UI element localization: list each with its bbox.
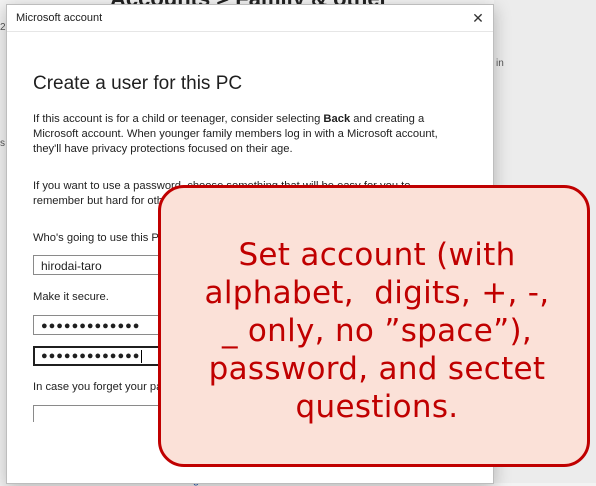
intro-paragraph: If this account is for a child or teenag…: [33, 112, 463, 157]
close-button[interactable]: ✕: [463, 5, 493, 31]
make-secure-label: Make it secure.: [33, 291, 109, 303]
dialog-title: Microsoft account: [16, 12, 103, 24]
intro-text-bold: Back: [323, 113, 351, 125]
intro-text-prefix: If this account is for a child or teenag…: [33, 113, 324, 125]
callout-text: Set account (with alphabet, digits, +, -…: [161, 236, 593, 426]
callout-line-3: _ only, no ”space”),: [221, 313, 533, 349]
close-icon: ✕: [472, 9, 484, 26]
text-caret: [141, 349, 143, 363]
reenter-password-value: ●●●●●●●●●●●●●: [41, 350, 141, 362]
page-title: Create a user for this PC: [33, 73, 243, 94]
callout-line-2: alphabet, digits, +, -,: [204, 275, 550, 311]
callout-line-1: Set account (with: [238, 237, 516, 273]
left-fragment-mid: s: [0, 138, 5, 149]
callout-line-4: password, and sectet: [208, 351, 546, 387]
annotation-callout: Set account (with alphabet, digits, +, -…: [158, 185, 590, 467]
who-label: Who's going to use this PC?: [33, 232, 174, 244]
right-panel-fragment: in: [496, 58, 504, 69]
callout-line-5: questions.: [295, 389, 459, 425]
dialog-titlebar: Microsoft account ✕: [7, 5, 493, 32]
